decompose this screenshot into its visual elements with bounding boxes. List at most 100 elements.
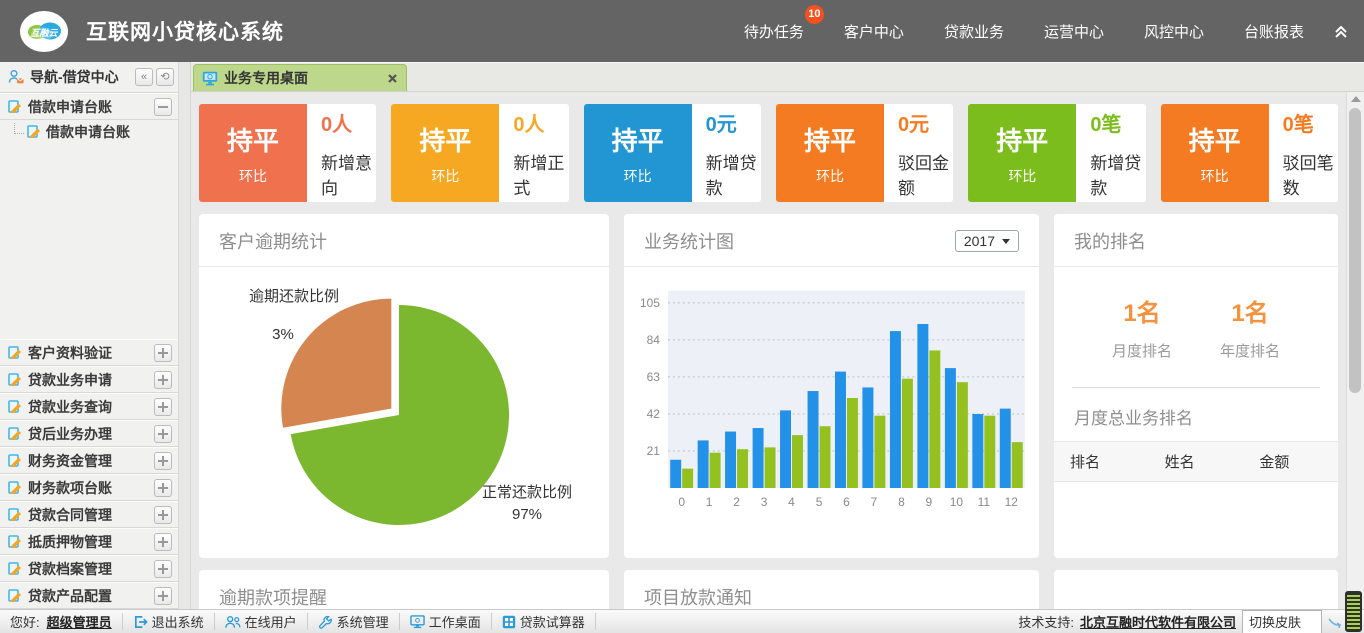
sidebar-item-label: 财务资金管理 — [28, 451, 112, 471]
tab-label: 业务专用桌面 — [224, 68, 308, 88]
card-trend-block: 持平 环比 — [584, 104, 692, 202]
pie-value-normal: 97% — [512, 506, 542, 523]
sidebar-item-loan-apply[interactable]: 贷款业务申请 — [0, 366, 178, 393]
sidebar-item-archive[interactable]: 贷款档案管理 — [0, 555, 178, 582]
card-value: 0人 — [321, 108, 376, 137]
header-collapse-chevron-icon[interactable] — [1332, 22, 1350, 40]
skin-switcher-select[interactable]: 切换皮肤 — [1242, 610, 1322, 633]
skin-preview-widget[interactable] — [1345, 591, 1362, 632]
yearly-rank-stat: 1名 年度排名 — [1220, 293, 1280, 361]
expand-section-button[interactable] — [154, 506, 172, 524]
stat-card-rejected-amount: 持平 环比 0元 驳回金额 — [776, 104, 953, 202]
trend-label: 持平 — [612, 121, 664, 158]
main-scrollbar[interactable] — [1346, 92, 1364, 609]
tab-business-desktop[interactable]: 业务专用桌面 — [193, 64, 407, 91]
svg-text:63: 63 — [647, 370, 661, 384]
column-header-rank: 排名 — [1054, 442, 1149, 481]
nav-item-customer-center[interactable]: 客户中心 — [844, 21, 904, 42]
business-bar-chart: 214263841050123456789101112 — [632, 281, 1031, 523]
card-trend-block: 持平 环比 — [199, 104, 307, 202]
expand-section-button[interactable] — [154, 425, 172, 443]
online-users-button[interactable]: 在线用户 — [215, 613, 308, 629]
expand-section-button[interactable] — [154, 479, 172, 497]
tree-elbow-line — [14, 123, 24, 134]
trend-label: 持平 — [996, 121, 1048, 158]
document-icon — [8, 535, 22, 549]
card-trend-block: 持平 环比 — [1161, 104, 1269, 202]
svg-text:0: 0 — [678, 495, 685, 509]
nav-item-label: 客户中心 — [844, 24, 904, 41]
panel-business-stats: 业务统计图 2017 214263841050123456789101112 — [624, 214, 1039, 558]
sidebar-item-product-config[interactable]: 贷款产品配置 — [0, 582, 178, 609]
bottom-panels-row: 逾期款项提醒 项目放款通知 — [199, 570, 1338, 609]
work-desktop-button[interactable]: 工作桌面 — [400, 613, 492, 629]
sidebar-item-collateral[interactable]: 抵质押物管理 — [0, 528, 178, 555]
sidebar-item-label: 贷款产品配置 — [28, 586, 112, 606]
greeting-segment: 您好: 超级管理员 — [0, 613, 123, 629]
monthly-rank-stat: 1名 月度排名 — [1112, 293, 1172, 361]
card-value: 0元 — [898, 108, 953, 137]
expand-section-button[interactable] — [154, 452, 172, 470]
nav-item-label: 运营中心 — [1044, 24, 1104, 41]
document-icon — [8, 400, 22, 414]
sidebar-item-finance-funds[interactable]: 财务资金管理 — [0, 447, 178, 474]
system-admin-button[interactable]: 系统管理 — [308, 613, 400, 629]
collapse-section-button[interactable] — [154, 98, 172, 116]
sidebar-item-loan-query[interactable]: 贷款业务查询 — [0, 393, 178, 420]
rank-table-title: 月度总业务排名 — [1054, 388, 1338, 441]
card-label: 新增正式 — [513, 149, 568, 199]
loan-calculator-button[interactable]: 贷款试算器 — [492, 613, 596, 629]
pie-label-overdue: 逾期还款比例 — [249, 288, 339, 305]
svg-text:21: 21 — [647, 444, 661, 458]
expand-section-button[interactable] — [154, 344, 172, 362]
nav-item-label: 风控中心 — [1144, 24, 1204, 41]
svg-text:42: 42 — [647, 407, 661, 421]
nav-item-operation-center[interactable]: 运营中心 — [1044, 21, 1104, 42]
trend-sub-label: 环比 — [1008, 166, 1036, 186]
document-icon — [8, 481, 22, 495]
sidebar-item-finance-ledger[interactable]: 财务款项台账 — [0, 474, 178, 501]
year-select[interactable]: 2017 — [955, 230, 1019, 252]
document-icon — [8, 562, 22, 576]
skin-switcher-label: 切换皮肤 — [1249, 615, 1301, 630]
rank-table-header: 排名 姓名 金额 — [1054, 441, 1338, 482]
trend-sub-label: 环比 — [624, 166, 652, 186]
sidebar-item-customer-verify[interactable]: 客户资料验证 — [0, 339, 178, 366]
card-value-block: 0元 驳回金额 — [884, 104, 953, 202]
card-value-block: 0人 新增正式 — [499, 104, 568, 202]
current-user-link[interactable]: 超级管理员 — [47, 612, 112, 631]
trend-label: 持平 — [419, 121, 471, 158]
nav-item-risk-center[interactable]: 风控中心 — [1144, 21, 1204, 42]
nav-item-todo[interactable]: 待办任务 10 — [744, 21, 804, 42]
nav-item-loan-business[interactable]: 贷款业务 — [944, 21, 1004, 42]
expand-section-button[interactable] — [154, 371, 172, 389]
expand-section-button[interactable] — [154, 533, 172, 551]
card-label: 驳回金额 — [898, 149, 953, 199]
expand-section-button[interactable] — [154, 587, 172, 605]
scroll-up-arrow-icon[interactable] — [1351, 96, 1361, 102]
nav-item-ledger-report[interactable]: 台账报表 — [1244, 21, 1304, 42]
sidebar-refresh-button[interactable]: ⟲ — [156, 68, 174, 86]
sidebar-splitter[interactable] — [179, 62, 191, 609]
svg-text:9: 9 — [926, 495, 933, 509]
card-trend-block: 持平 环比 — [968, 104, 1076, 202]
sidebar-item-postloan[interactable]: 贷后业务办理 — [0, 420, 178, 447]
sidebar-item-loan-apply-ledger[interactable]: 借款申请台账 — [0, 93, 178, 120]
card-label: 驳回笔数 — [1283, 149, 1338, 199]
sidebar-subitem-label: 借款申请台账 — [46, 122, 130, 142]
expand-section-button[interactable] — [154, 398, 172, 416]
trend-sub-label: 环比 — [239, 166, 267, 186]
nav-item-label: 台账报表 — [1244, 24, 1304, 41]
sidebar-subitem-loan-apply-ledger[interactable]: 借款申请台账 — [0, 120, 178, 144]
support-company-link[interactable]: 北京互融时代软件有限公司 — [1080, 612, 1236, 631]
skin-arrow-icon — [1328, 616, 1342, 628]
sidebar-item-contract[interactable]: 贷款合同管理 — [0, 501, 178, 528]
scrollbar-thumb[interactable] — [1349, 108, 1361, 393]
card-trend-block: 持平 环比 — [391, 104, 499, 202]
tab-close-icon[interactable] — [387, 73, 398, 84]
card-value-block: 0人 新增意向 — [307, 104, 376, 202]
expand-section-button[interactable] — [154, 560, 172, 578]
logout-button[interactable]: 退出系统 — [123, 613, 215, 629]
sidebar-collapse-button[interactable]: « — [135, 68, 153, 86]
sidebar-spacer — [0, 144, 178, 339]
